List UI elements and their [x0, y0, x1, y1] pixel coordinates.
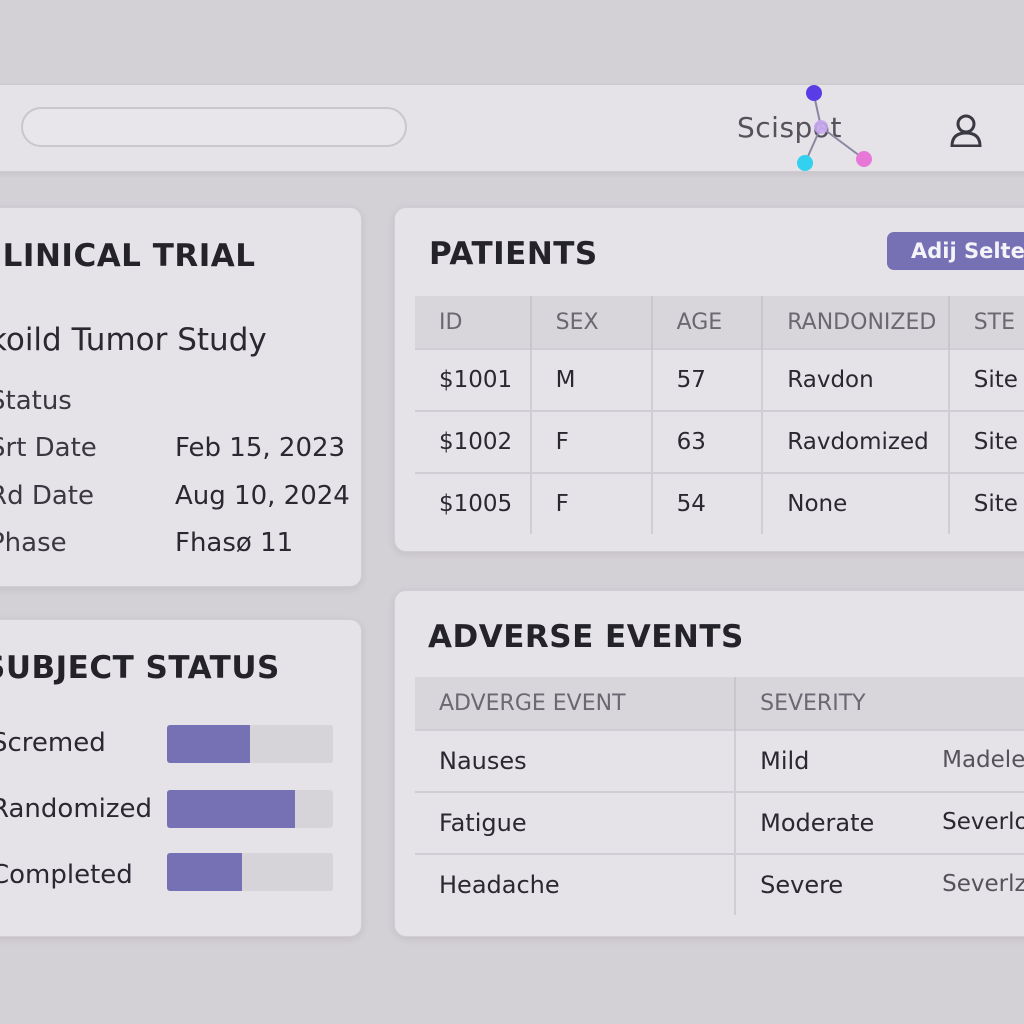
severity-value: Mild: [760, 747, 810, 775]
column-header-randomized[interactable]: RANDONIZED: [762, 296, 950, 349]
end-date-value: Aug 10, 2024: [175, 481, 350, 511]
table-row[interactable]: $1001 M 57 Ravdon Site: [415, 348, 1024, 411]
progress-fill: [167, 725, 250, 763]
progress-fill: [167, 853, 242, 891]
cell-sex: M: [530, 348, 653, 411]
cell-site: Site: [948, 472, 1024, 534]
start-date-value: Feb 15, 2023: [175, 433, 346, 463]
cell-randomized: Ravdomized: [762, 410, 950, 473]
subject-status-card: SUBJECT STATUS Scremed Randomized Comple…: [0, 619, 362, 937]
cell-id: $1002: [415, 410, 532, 473]
table-row[interactable]: Headache Severe Severlz: [415, 853, 1024, 915]
clinical-trial-card: ELINICAL TRIAL koild Tumor Study Status …: [0, 207, 362, 587]
progress-bar-screened: [167, 725, 333, 763]
cell-randomized: Ravdon: [762, 348, 950, 411]
status-label-screened: Scremed: [0, 728, 106, 758]
severity-value: Moderate: [760, 809, 875, 837]
cell-severity: Severe Severlz: [735, 853, 1024, 915]
patients-card: PATIENTS Adij Seltew ID SEX AGE RANDONIZ…: [394, 207, 1024, 552]
severity-value: Severe: [760, 871, 844, 899]
subject-status-title: SUBJECT STATUS: [0, 650, 280, 686]
phase-label: Phase: [0, 528, 67, 558]
end-date-label: Rd Date: [0, 481, 94, 511]
phase-value: Fhasø 11: [175, 528, 294, 558]
status-label-randomized: Randomized: [0, 794, 153, 824]
progress-fill: [167, 790, 295, 828]
cell-age: 54: [651, 472, 764, 534]
cell-id: $1001: [415, 348, 532, 411]
logo-molecule-icon: [797, 85, 872, 171]
table-row[interactable]: $1005 F 54 None Site: [415, 472, 1024, 534]
cell-event: Headache: [415, 853, 737, 915]
status-label-completed: Completed: [0, 860, 133, 890]
cell-randomized: None: [762, 472, 950, 534]
adverse-events-table: ADVERGE EVENT SEVERITY Nauses Mild Madele…: [415, 677, 1024, 915]
cell-sex: F: [530, 472, 653, 534]
table-row[interactable]: Fatigue Moderate Severlo: [415, 791, 1024, 854]
column-header-age[interactable]: AGE: [651, 296, 764, 349]
cell-event: Nauses: [415, 729, 737, 792]
severity-extra: Severlo: [942, 809, 1024, 835]
progress-bar-randomized: [167, 790, 333, 828]
column-header-adverse-event[interactable]: ADVERGE EVENT: [415, 677, 737, 730]
adjust-selection-button[interactable]: Adij Seltew: [887, 232, 1024, 270]
cell-id: $1005: [415, 472, 532, 534]
search-input[interactable]: [21, 107, 407, 147]
cell-site: Site: [948, 410, 1024, 473]
severity-extra: Madele: [942, 747, 1024, 773]
status-label: Status: [0, 386, 72, 416]
study-name: koild Tumor Study: [0, 322, 267, 358]
cell-severity: Mild Madele: [735, 729, 1024, 792]
patients-title: PATIENTS: [429, 236, 598, 272]
top-bar: Scispot: [0, 84, 1024, 172]
cell-sex: F: [530, 410, 653, 473]
cell-event: Fatigue: [415, 791, 737, 854]
column-header-site[interactable]: STE: [948, 296, 1024, 349]
column-header-severity[interactable]: SEVERITY: [735, 677, 1024, 730]
cell-severity: Moderate Severlo: [735, 791, 1024, 854]
severity-extra: Severlz: [942, 871, 1024, 897]
table-header-row: ADVERGE EVENT SEVERITY: [415, 677, 1024, 730]
table-header-row: ID SEX AGE RANDONIZED STE: [415, 296, 1024, 349]
cell-age: 57: [651, 348, 764, 411]
adverse-events-title: ADVERSE EVENTS: [428, 619, 744, 655]
cell-age: 63: [651, 410, 764, 473]
adverse-events-card: ADVERSE EVENTS ADVERGE EVENT SEVERITY Na…: [394, 590, 1024, 937]
column-header-sex[interactable]: SEX: [530, 296, 653, 349]
table-row[interactable]: Nauses Mild Madele: [415, 729, 1024, 792]
patients-table: ID SEX AGE RANDONIZED STE $1001 M 57 Rav…: [415, 296, 1024, 534]
start-date-label: Srt Date: [0, 433, 97, 463]
table-row[interactable]: $1002 F 63 Ravdomized Site: [415, 410, 1024, 473]
progress-bar-completed: [167, 853, 333, 891]
cell-site: Site: [948, 348, 1024, 411]
column-header-id[interactable]: ID: [415, 296, 532, 349]
clinical-trial-title: ELINICAL TRIAL: [0, 238, 256, 274]
user-icon[interactable]: [949, 113, 983, 148]
scispot-logo[interactable]: Scispot: [737, 85, 887, 171]
